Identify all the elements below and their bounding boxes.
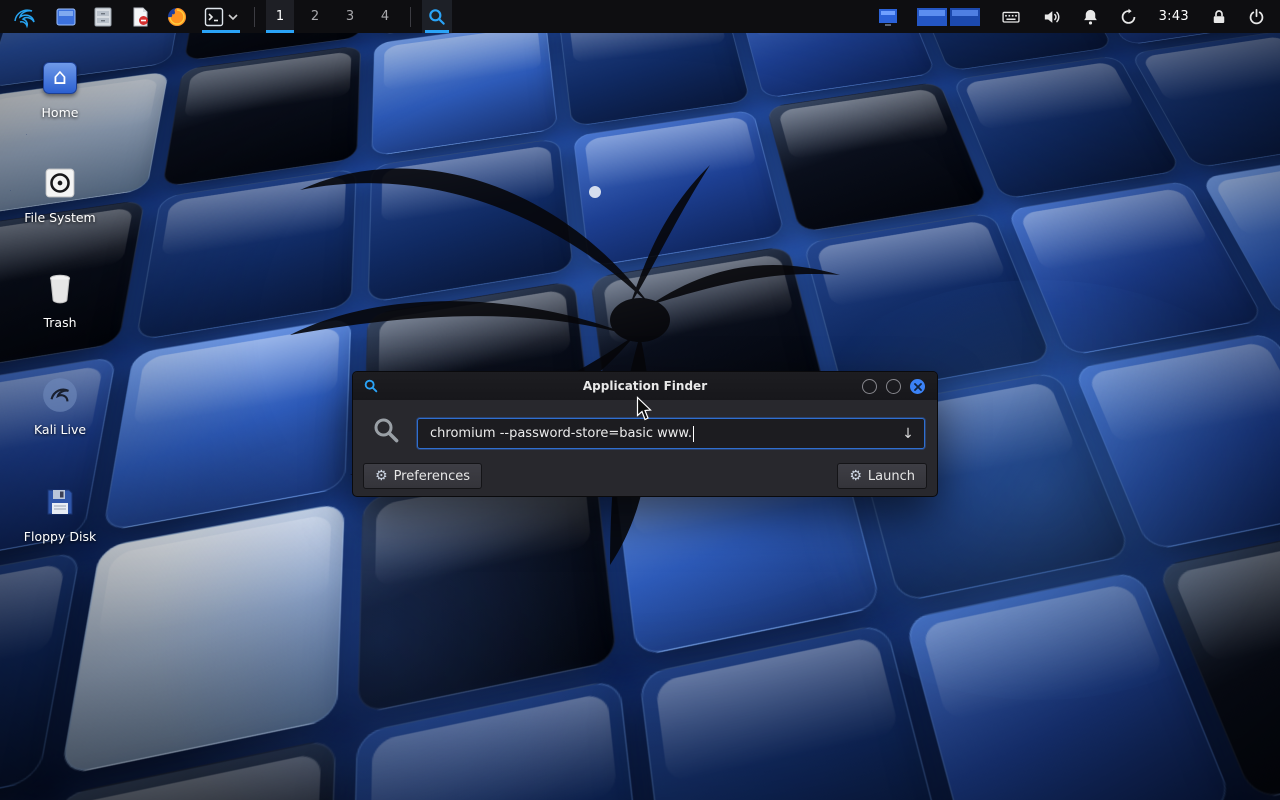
- keyboard-icon: [1000, 7, 1022, 27]
- gear-icon: ⚙: [375, 469, 388, 483]
- desktop-icon-kali-live[interactable]: Kali Live: [20, 375, 100, 437]
- panel-separator: [254, 7, 255, 27]
- preferences-label: Preferences: [394, 469, 470, 484]
- document-editor-icon: [130, 7, 150, 27]
- volume-icon: [1041, 7, 1062, 27]
- file-manager-launcher[interactable]: [51, 0, 81, 33]
- maximize-button[interactable]: [886, 379, 901, 394]
- minimize-button[interactable]: [862, 379, 877, 394]
- tray-volume[interactable]: [1035, 0, 1068, 33]
- kali-logo-icon: [13, 5, 39, 29]
- refresh-icon: [1119, 7, 1138, 27]
- workspace-button-3[interactable]: 3: [336, 0, 364, 33]
- launch-label: Launch: [868, 469, 915, 484]
- text-editor-launcher[interactable]: [125, 0, 155, 33]
- archive-launcher[interactable]: [88, 0, 118, 33]
- desktop-icon-label: Kali Live: [20, 422, 100, 437]
- tray-power[interactable]: [1241, 0, 1272, 33]
- close-icon: [914, 383, 922, 391]
- workspace-button-4[interactable]: 4: [371, 0, 399, 33]
- application-finder-window: Application Finder chromium --password-s…: [352, 371, 938, 497]
- file-system-icon: [20, 163, 100, 203]
- preferences-button[interactable]: ⚙ Preferences: [363, 463, 482, 489]
- floppy-disk-icon: [20, 482, 100, 522]
- firefox-launcher[interactable]: [162, 0, 192, 33]
- kali-live-icon: [20, 375, 100, 415]
- desktop-screen: 1 2 3 4: [0, 0, 1280, 800]
- tray-notifications[interactable]: [1075, 0, 1106, 33]
- search-input-value: chromium --password-store=basic www.: [430, 426, 692, 441]
- desktop-icon-label: Trash: [20, 315, 100, 330]
- desktop-icon-label: Floppy Disk: [20, 529, 100, 544]
- desktop-icon-floppy-disk[interactable]: Floppy Disk: [20, 482, 100, 544]
- window-preview-icon: [878, 6, 898, 28]
- home-icon: ⌂: [20, 58, 100, 98]
- titlebar[interactable]: Application Finder: [353, 372, 937, 400]
- text-caret: [693, 426, 694, 442]
- window-title: Application Finder: [583, 379, 707, 393]
- close-button[interactable]: [910, 379, 925, 394]
- application-finder-icon: [363, 378, 379, 398]
- tray-lock[interactable]: [1204, 0, 1234, 33]
- windows-strip-icon: [917, 6, 981, 28]
- notifications-bell-icon: [1081, 7, 1100, 27]
- launch-gear-icon: ⚙: [849, 469, 862, 483]
- terminal-launcher[interactable]: [199, 0, 243, 33]
- trash-icon: [20, 268, 100, 308]
- finder-body: chromium --password-store=basic www. ↓ ⚙…: [353, 400, 937, 497]
- tray-windows-strip[interactable]: [911, 0, 987, 33]
- magnifier-icon: [427, 7, 447, 27]
- terminal-dropdown-chevron-icon[interactable]: [228, 13, 238, 21]
- taskbar-item-application-finder[interactable]: [422, 0, 452, 33]
- panel-separator: [410, 7, 411, 27]
- terminal-icon: [204, 7, 224, 27]
- kali-menu-button[interactable]: [8, 0, 44, 33]
- clock[interactable]: 3:43: [1151, 9, 1197, 24]
- desktop-icon-label: Home: [20, 105, 100, 120]
- file-manager-window-icon: [56, 7, 76, 27]
- desktop-icon-trash[interactable]: Trash: [20, 268, 100, 330]
- top-panel: 1 2 3 4: [0, 0, 1280, 33]
- lock-icon: [1210, 7, 1228, 27]
- home-glyph: ⌂: [53, 67, 67, 89]
- desktop-icon-home[interactable]: ⌂ Home: [20, 58, 100, 120]
- workspace-button-1[interactable]: 1: [266, 0, 294, 33]
- tray-keyboard[interactable]: [994, 0, 1028, 33]
- firefox-icon: [167, 7, 187, 27]
- tray-refresh[interactable]: [1113, 0, 1144, 33]
- file-cabinet-icon: [93, 7, 113, 27]
- workspace-button-2[interactable]: 2: [301, 0, 329, 33]
- desktop-icon-file-system[interactable]: File System: [20, 163, 100, 225]
- power-icon: [1247, 7, 1266, 27]
- tray-window-preview[interactable]: [872, 0, 904, 33]
- search-icon: [371, 415, 401, 449]
- search-input[interactable]: chromium --password-store=basic www. ↓: [417, 418, 925, 449]
- dropdown-arrow-icon[interactable]: ↓: [898, 423, 918, 445]
- launch-button[interactable]: ⚙ Launch: [837, 463, 927, 489]
- desktop-icon-label: File System: [20, 210, 100, 225]
